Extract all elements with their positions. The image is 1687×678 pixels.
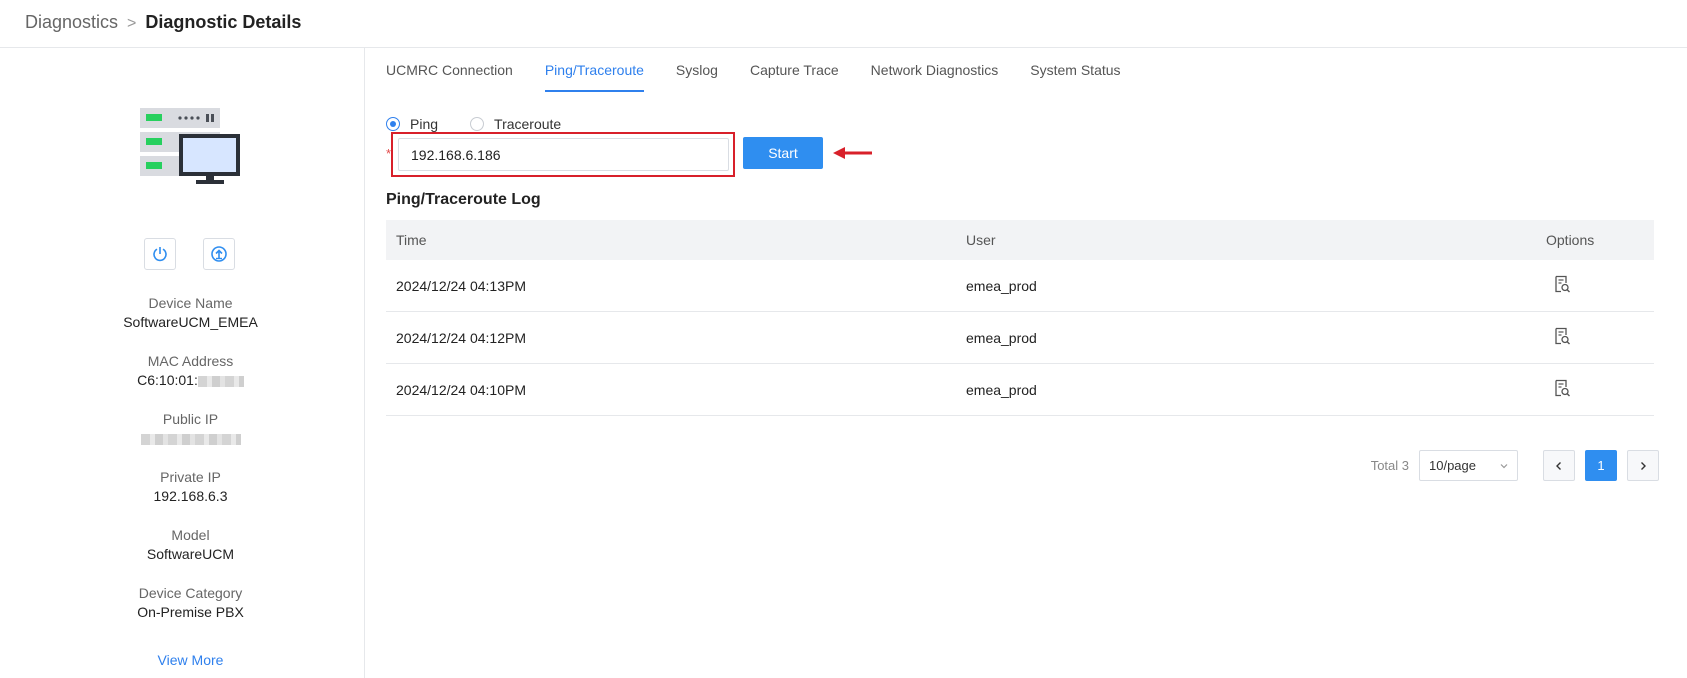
traceroute-radio-circle[interactable] [470, 117, 485, 131]
total-count: Total 3 [1370, 458, 1409, 473]
chevron-right-icon [1641, 461, 1646, 470]
red-arrow-annotation [833, 147, 872, 159]
power-icon [153, 247, 167, 262]
next-page-button[interactable] [1627, 450, 1659, 481]
view-report-icon[interactable] [1553, 379, 1571, 397]
power-button[interactable] [144, 238, 176, 270]
tab-syslog[interactable]: Syslog [676, 48, 718, 90]
model-value: SoftwareUCM [146, 546, 235, 562]
row-user: emea_prod [966, 381, 1037, 398]
device-name-label: Device Name [148, 295, 233, 311]
model-label: Model [171, 527, 210, 543]
tab-network-diagnostics[interactable]: Network Diagnostics [871, 48, 999, 90]
traceroute-radio-label: Traceroute [494, 116, 562, 132]
log-section-title: Ping/Traceroute Log [386, 191, 541, 208]
row-options [1546, 379, 1654, 400]
breadcrumb: Diagnostics > Diagnostic Details [25, 12, 301, 33]
device-category-field: Device Category On-Premise PBX [0, 584, 381, 621]
public-ip-label: Public IP [162, 411, 219, 427]
page-title: Diagnostic Details [145, 12, 302, 32]
view-more-link[interactable]: View More [0, 652, 381, 668]
start-button[interactable]: Start [743, 137, 823, 169]
table-row: 2024/12/24 04:13PM emea_prod [386, 260, 1654, 312]
device-name-value: SoftwareUCM_EMEA [123, 314, 258, 330]
column-header-user: User [966, 232, 996, 248]
row-time: 2024/12/24 04:12PM [396, 329, 526, 346]
row-time: 2024/12/24 04:13PM [396, 277, 526, 294]
page-number-button[interactable]: 1 [1585, 450, 1617, 481]
row-time: 2024/12/24 04:10PM [396, 381, 526, 398]
table-row: 2024/12/24 04:10PM emea_prod [386, 364, 1654, 416]
tab-system-status[interactable]: System Status [1030, 48, 1120, 90]
ip-address-input[interactable] [398, 138, 729, 171]
ping-radio-circle[interactable] [386, 117, 400, 131]
chevron-left-icon [1556, 461, 1561, 470]
redacted-public-ip [140, 433, 241, 445]
row-options [1546, 327, 1654, 348]
device-name-field: Device Name SoftwareUCM_EMEA [0, 294, 381, 331]
column-header-options: Options [1546, 232, 1595, 248]
chevron-down-icon [1500, 463, 1508, 468]
ping-radio[interactable]: Ping [386, 116, 438, 132]
mac-address-field: MAC Address C6:10:01: [0, 352, 381, 389]
mac-address-label: MAC Address [147, 353, 234, 369]
tab-ping-traceroute[interactable]: Ping/Traceroute [544, 48, 645, 92]
row-options [1546, 275, 1654, 296]
traceroute-radio[interactable]: Traceroute [470, 116, 561, 132]
mac-address-value-row: C6:10:01: [0, 371, 381, 389]
public-ip-field: Public IP [0, 410, 381, 447]
device-sidebar: Device Name SoftwareUCM_EMEA MAC Address… [0, 48, 365, 678]
top-bar: Diagnostics > Diagnostic Details [0, 0, 1687, 48]
breadcrumb-separator: > [127, 15, 137, 32]
ping-radio-label: Ping [410, 116, 439, 132]
table-header: Time User Options [386, 220, 1654, 260]
view-report-icon[interactable] [1553, 327, 1571, 345]
public-ip-value-row [0, 429, 381, 447]
diagnostic-tabs: UCMRC Connection Ping/Traceroute Syslog … [386, 48, 1153, 92]
upload-button[interactable] [203, 238, 235, 270]
server-device-icon [140, 108, 240, 184]
column-header-time: Time [396, 232, 427, 248]
page-size-value: 10/page [1429, 458, 1476, 473]
private-ip-field: Private IP 192.168.6.3 [0, 468, 381, 505]
log-table: Time User Options 2024/12/24 04:13PM eme… [386, 220, 1654, 416]
page-size-select[interactable]: 10/page [1419, 450, 1518, 481]
main-panel: UCMRC Connection Ping/Traceroute Syslog … [366, 48, 1687, 678]
row-user: emea_prod [966, 277, 1037, 294]
table-row: 2024/12/24 04:12PM emea_prod [386, 312, 1654, 364]
model-field: Model SoftwareUCM [0, 526, 381, 563]
redacted-mac-suffix [197, 375, 244, 387]
tab-capture-trace[interactable]: Capture Trace [750, 48, 839, 90]
view-report-icon[interactable] [1553, 275, 1571, 293]
mode-radio-group: Ping Traceroute [386, 116, 593, 132]
prev-page-button[interactable] [1543, 450, 1575, 481]
private-ip-label: Private IP [160, 469, 221, 485]
tab-ucmrc-connection[interactable]: UCMRC Connection [386, 48, 513, 90]
device-category-label: Device Category [138, 585, 243, 601]
device-category-value: On-Premise PBX [137, 604, 244, 620]
pagination: Total 3 10/page 1 [1371, 450, 1659, 481]
private-ip-value: 192.168.6.3 [153, 488, 228, 504]
upload-icon [211, 246, 227, 262]
mac-address-value: C6:10:01: [137, 372, 198, 388]
breadcrumb-diagnostics-link[interactable]: Diagnostics [25, 12, 118, 32]
row-user: emea_prod [966, 329, 1037, 346]
